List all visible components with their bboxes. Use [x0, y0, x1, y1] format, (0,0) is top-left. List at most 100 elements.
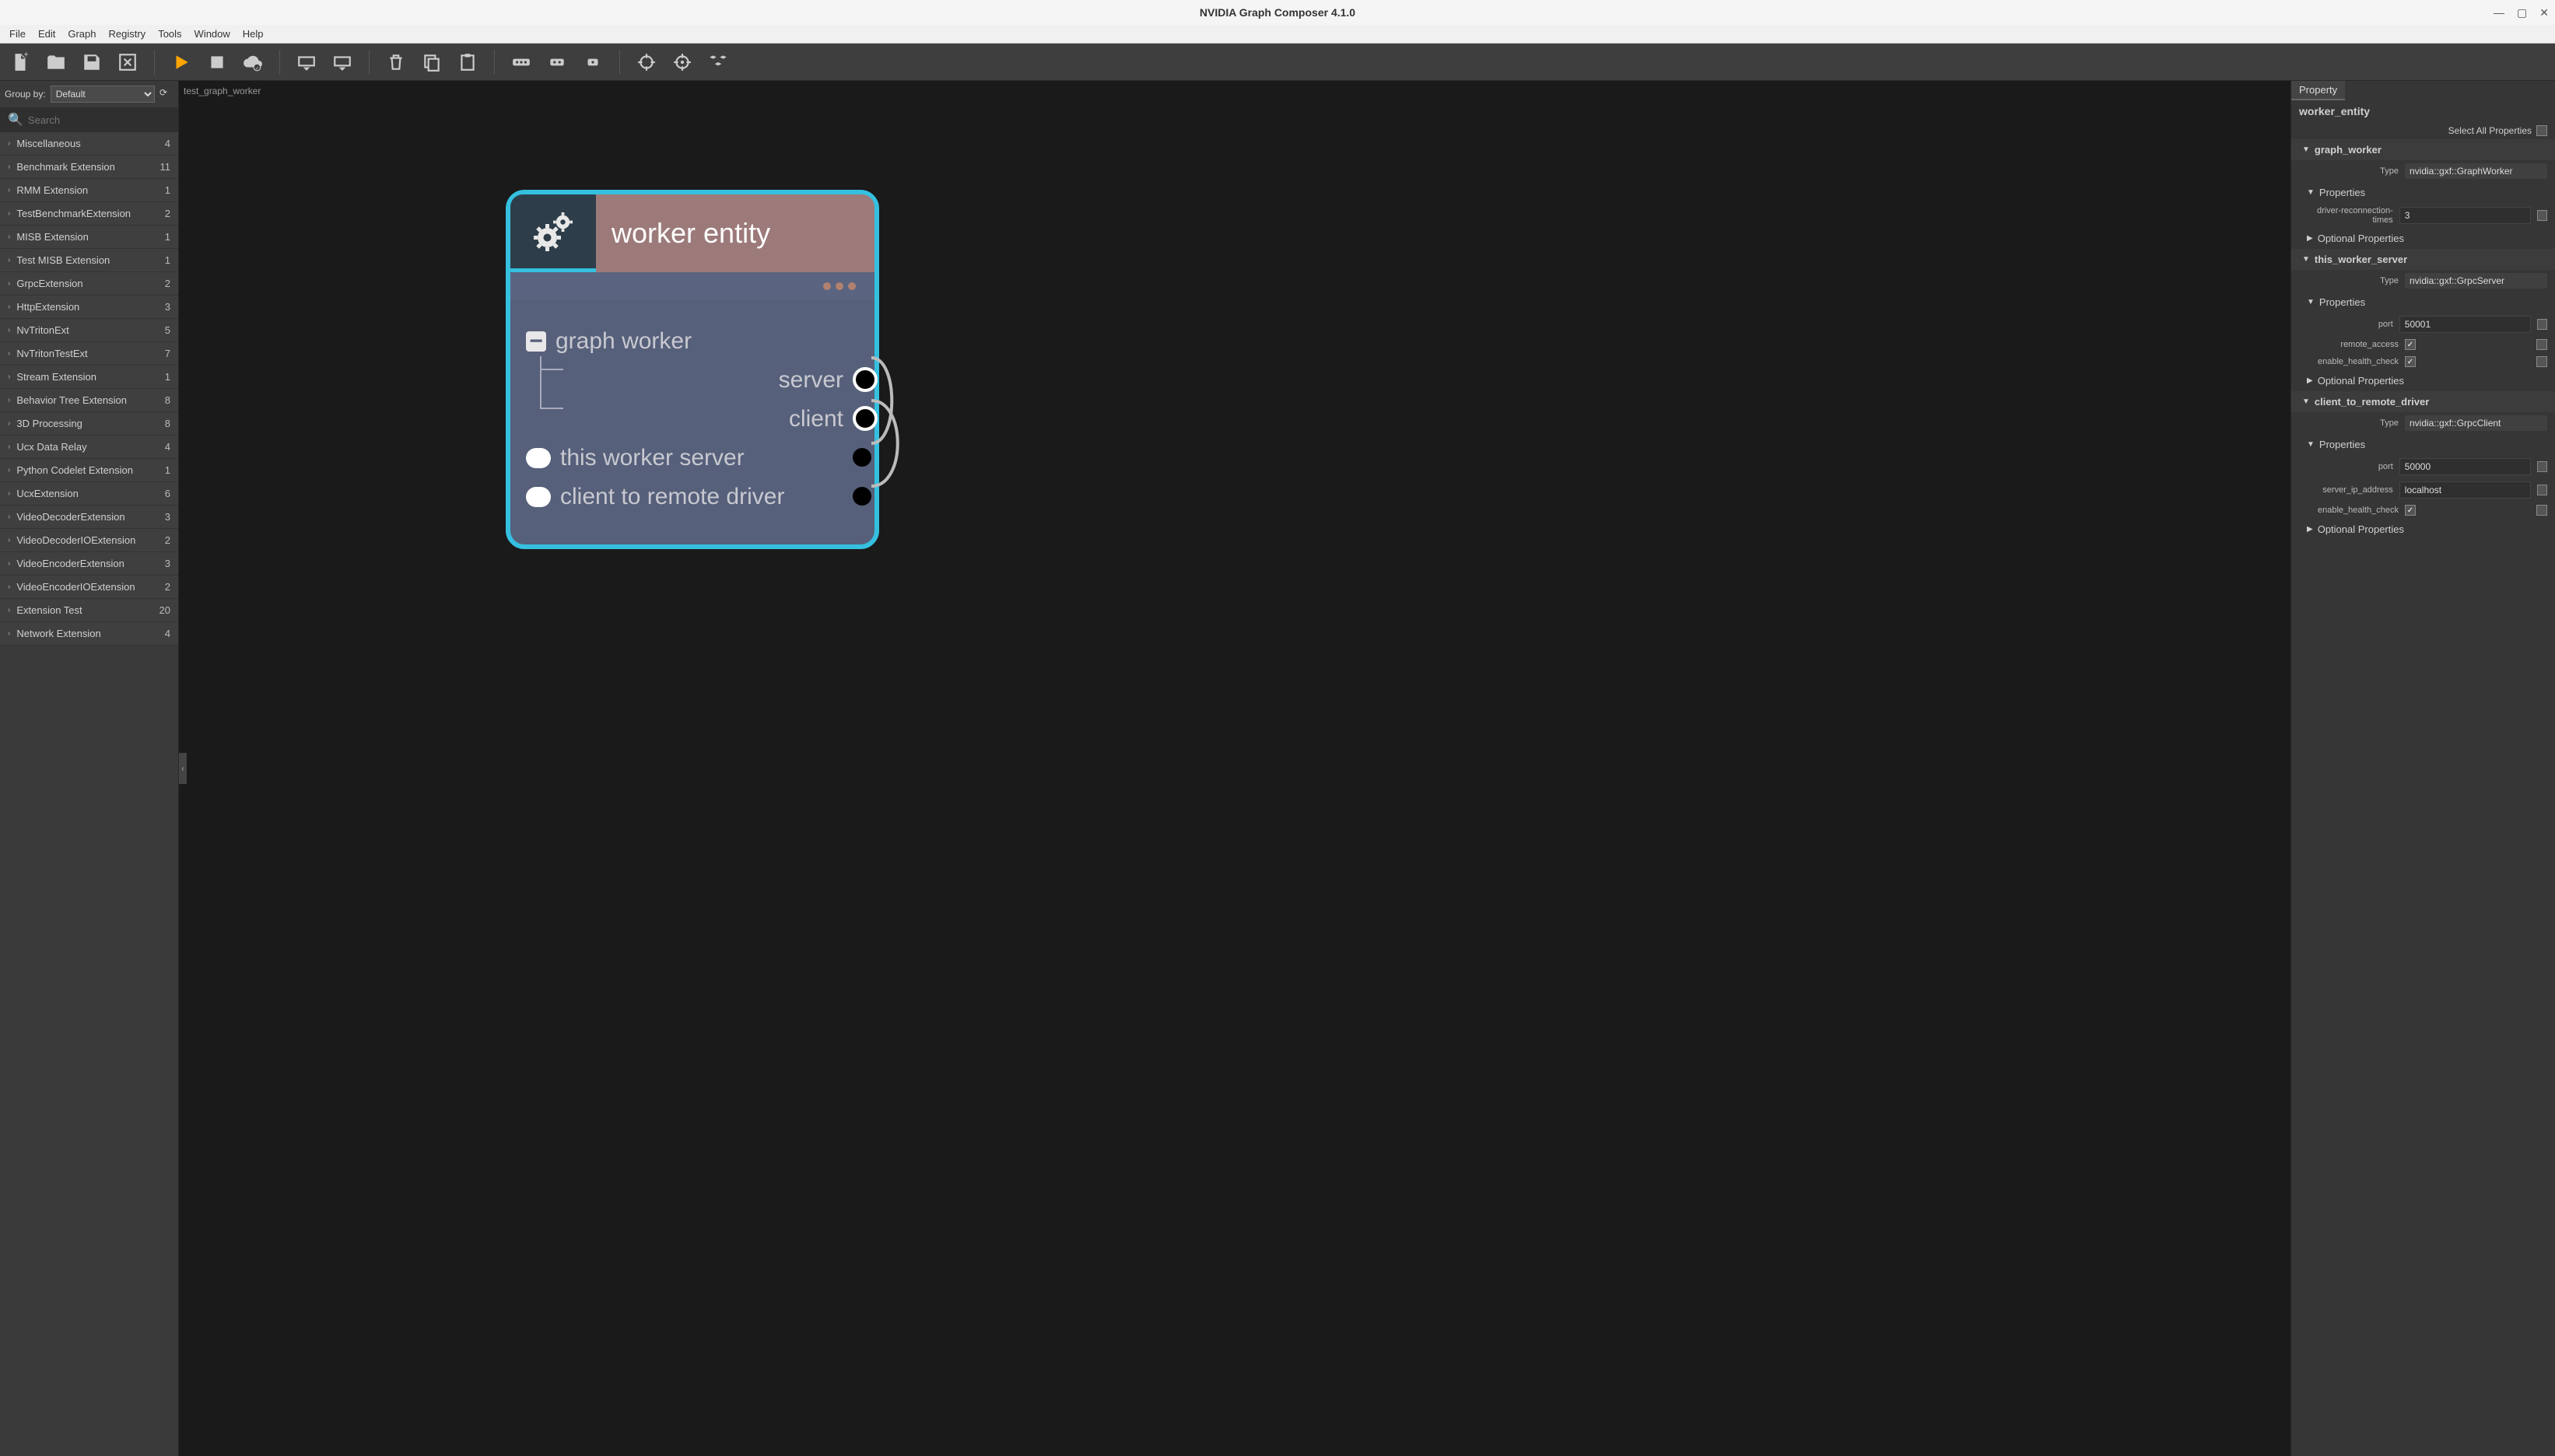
property-tab[interactable]: Property: [2291, 81, 2345, 100]
dots1-icon[interactable]: [580, 50, 605, 75]
save-icon[interactable]: [79, 50, 104, 75]
ctrd-port-checkbox[interactable]: [2537, 461, 2547, 472]
menu-bar: File Edit Graph Registry Tools Window He…: [0, 25, 2555, 44]
gw-optional-header[interactable]: ▶Optional Properties: [2291, 228, 2555, 249]
gw-drt-checkbox[interactable]: [2537, 210, 2547, 221]
ctrd-sip-checkbox[interactable]: [2537, 485, 2547, 495]
category-item[interactable]: ›UcxExtension6: [0, 482, 178, 506]
menu-edit[interactable]: Edit: [33, 26, 60, 41]
chevron-right-icon: ›: [8, 303, 10, 311]
category-item[interactable]: ›3D Processing8: [0, 412, 178, 436]
refresh-icon[interactable]: ⟳: [159, 87, 173, 101]
tws-remote-access-checkbox[interactable]: [2405, 339, 2416, 350]
play-icon[interactable]: [169, 50, 194, 75]
category-label: HttpExtension: [16, 301, 164, 313]
category-item[interactable]: ›NvTritonExt5: [0, 319, 178, 342]
category-count: 2: [165, 278, 170, 289]
category-item[interactable]: ›TestBenchmarkExtension2: [0, 202, 178, 226]
section-this-worker-server[interactable]: ▼this_worker_server: [2291, 249, 2555, 270]
ctrd-sip-input[interactable]: [2399, 481, 2531, 499]
container-down-icon[interactable]: [294, 50, 319, 75]
category-item[interactable]: ›RMM Extension1: [0, 179, 178, 202]
tws-ra-sel-checkbox[interactable]: [2536, 339, 2547, 350]
target2-icon[interactable]: [670, 50, 695, 75]
category-item[interactable]: ›Benchmark Extension11: [0, 156, 178, 179]
category-item[interactable]: ›Miscellaneous4: [0, 132, 178, 156]
category-label: Miscellaneous: [16, 138, 164, 149]
tws-hc-sel-checkbox[interactable]: [2536, 356, 2547, 367]
menu-registry[interactable]: Registry: [104, 26, 151, 41]
ctrd-port-input[interactable]: [2399, 458, 2531, 475]
category-item[interactable]: ›Stream Extension1: [0, 366, 178, 389]
category-item[interactable]: ›Extension Test20: [0, 599, 178, 622]
menu-help[interactable]: Help: [238, 26, 268, 41]
ctrd-hc-sel-checkbox[interactable]: [2536, 505, 2547, 516]
port-ctrd-in[interactable]: [526, 487, 551, 507]
canvas-tab-label[interactable]: test_graph_worker: [184, 86, 261, 96]
maximize-icon[interactable]: ▢: [2517, 6, 2527, 19]
select-all-checkbox[interactable]: [2536, 125, 2547, 136]
category-item[interactable]: ›HttpExtension3: [0, 296, 178, 319]
category-item[interactable]: ›Ucx Data Relay4: [0, 436, 178, 459]
category-item[interactable]: ›VideoDecoderIOExtension2: [0, 529, 178, 552]
category-item[interactable]: ›VideoDecoderExtension3: [0, 506, 178, 529]
paste-icon[interactable]: [455, 50, 480, 75]
menu-window[interactable]: Window: [190, 26, 235, 41]
minimize-icon[interactable]: —: [2494, 6, 2504, 19]
trash-icon[interactable]: [384, 50, 408, 75]
tws-health-check-checkbox[interactable]: [2405, 356, 2416, 367]
sidebar-collapse-handle[interactable]: ‹: [179, 753, 187, 784]
category-list[interactable]: ›Miscellaneous4›Benchmark Extension11›RM…: [0, 132, 178, 1456]
open-folder-icon[interactable]: [44, 50, 68, 75]
section-client-to-remote-driver[interactable]: ▼client_to_remote_driver: [2291, 391, 2555, 412]
container-up-icon[interactable]: [330, 50, 355, 75]
category-count: 8: [165, 418, 170, 429]
category-item[interactable]: ›Behavior Tree Extension8: [0, 389, 178, 412]
tws-properties-header[interactable]: ▼Properties: [2291, 292, 2555, 313]
category-count: 4: [165, 628, 170, 639]
stop-icon[interactable]: [205, 50, 230, 75]
category-item[interactable]: ›Network Extension4: [0, 622, 178, 646]
category-item[interactable]: ›VideoEncoderExtension3: [0, 552, 178, 576]
category-item[interactable]: ›Python Codelet Extension1: [0, 459, 178, 482]
category-count: 5: [165, 324, 170, 336]
chevron-right-icon: ›: [8, 606, 10, 614]
tws-port-input[interactable]: [2399, 316, 2531, 333]
ctrd-health-check-checkbox[interactable]: [2405, 505, 2416, 516]
ctrd-properties-header[interactable]: ▼Properties: [2291, 434, 2555, 455]
close-file-icon[interactable]: [115, 50, 140, 75]
gw-drt-input[interactable]: [2399, 207, 2531, 224]
new-file-icon[interactable]: +: [8, 50, 33, 75]
dots2-icon[interactable]: [545, 50, 570, 75]
category-item[interactable]: ›MISB Extension1: [0, 226, 178, 249]
category-item[interactable]: ›NvTritonTestExt7: [0, 342, 178, 366]
menu-tools[interactable]: Tools: [153, 26, 186, 41]
target-icon[interactable]: [634, 50, 659, 75]
ctrd-optional-header[interactable]: ▶Optional Properties: [2291, 519, 2555, 540]
category-item[interactable]: ›Test MISB Extension1: [0, 249, 178, 272]
category-count: 7: [165, 348, 170, 359]
cubes-icon[interactable]: [706, 50, 731, 75]
port-tws-in[interactable]: [526, 448, 551, 468]
gw-properties-header[interactable]: ▼Properties: [2291, 182, 2555, 203]
tws-optional-header[interactable]: ▶Optional Properties: [2291, 370, 2555, 391]
tws-port-checkbox[interactable]: [2537, 319, 2547, 330]
menu-graph[interactable]: Graph: [63, 26, 100, 41]
menu-file[interactable]: File: [5, 26, 30, 41]
section-graph-worker[interactable]: ▼graph_worker: [2291, 139, 2555, 160]
category-label: Behavior Tree Extension: [16, 394, 164, 406]
copy-icon[interactable]: [419, 50, 444, 75]
cloud-sync-icon[interactable]: ✓: [240, 50, 265, 75]
category-item[interactable]: ›GrpcExtension2: [0, 272, 178, 296]
node-worker-entity[interactable]: worker entity − graph worker server clie…: [506, 190, 879, 549]
groupby-select[interactable]: Default: [51, 86, 155, 103]
graph-canvas[interactable]: test_graph_worker ‹ worker entity − grap…: [179, 81, 2290, 1456]
category-label: TestBenchmarkExtension: [16, 208, 164, 219]
category-item[interactable]: ›VideoEncoderIOExtension2: [0, 576, 178, 599]
close-icon[interactable]: ✕: [2539, 6, 2549, 19]
extension-sidebar: Group by: Default ⟳ 🔍 ›Miscellaneous4›Be…: [0, 81, 179, 1456]
collapse-toggle-icon[interactable]: −: [526, 331, 546, 352]
dots3-icon[interactable]: [509, 50, 534, 75]
search-input[interactable]: [28, 114, 170, 126]
category-label: Test MISB Extension: [16, 254, 164, 266]
